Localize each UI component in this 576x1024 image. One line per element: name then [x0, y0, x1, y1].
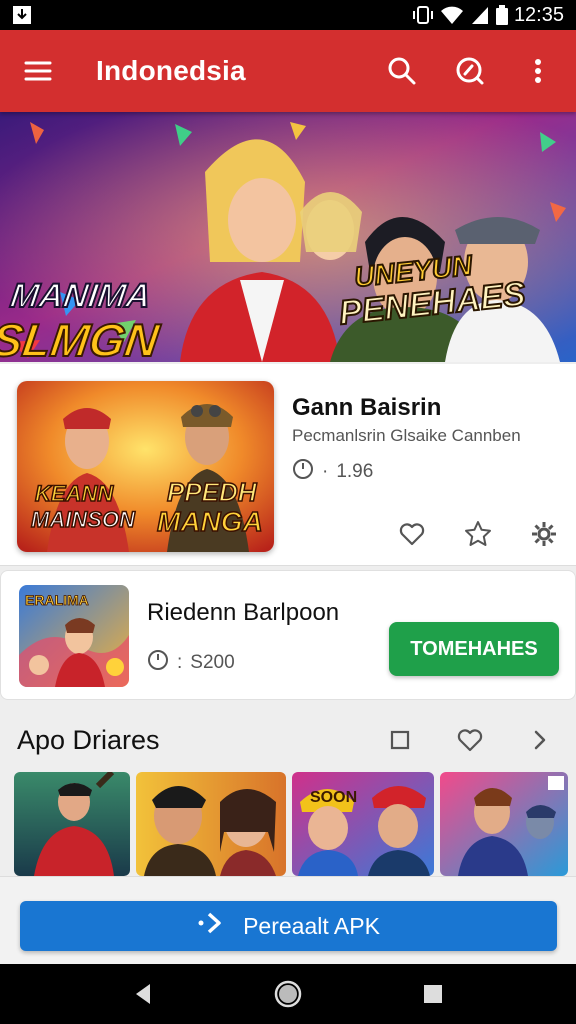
game-tile[interactable] — [14, 772, 130, 876]
back-icon[interactable] — [125, 976, 161, 1012]
featured-game-meta-value: 1.96 — [336, 461, 374, 482]
game-tile[interactable] — [136, 772, 286, 876]
promo-banner[interactable]: MANIMA SLMGN UNEYUN PENEHAES — [0, 112, 576, 362]
thumb-text-2: MAINSON — [31, 507, 136, 532]
meta-separator: · — [322, 461, 329, 482]
featured-game-thumbnail[interactable]: KEANN MAINSON PPEDH MANGA — [17, 381, 274, 552]
favorite-heart-icon[interactable] — [452, 722, 488, 758]
download-notification-icon — [12, 5, 32, 25]
more-options-icon[interactable] — [520, 53, 556, 89]
phone-screen: 12:35 Indonedsia MANIMA SLMGN UNEYUN PEN… — [0, 0, 576, 1024]
thumb-text: ERALIMA — [25, 592, 89, 608]
rate-star-icon[interactable] — [460, 516, 496, 552]
clock-icon — [147, 649, 169, 677]
discover-icon[interactable] — [452, 53, 488, 89]
game-price: : S200 — [147, 649, 235, 677]
recents-icon[interactable] — [415, 976, 451, 1012]
play-arrow-icon — [197, 911, 225, 941]
app-title: Indonedsia — [96, 55, 246, 86]
signal-icon — [470, 5, 490, 25]
featured-game-meta: · 1.96 — [292, 458, 373, 486]
section-header: Apo Driares — [0, 712, 576, 768]
menu-icon[interactable] — [20, 53, 56, 89]
home-icon[interactable] — [270, 976, 306, 1012]
install-apk-button[interactable]: Pereaalt APK — [20, 901, 557, 951]
app-bar: Indonedsia — [0, 30, 576, 112]
game-thumbnail[interactable]: ERALIMA — [19, 585, 129, 687]
vibrate-icon — [412, 5, 434, 25]
banner-artwork: MANIMA SLMGN UNEYUN PENEHAES — [0, 112, 576, 362]
featured-game-card[interactable]: KEANN MAINSON PPEDH MANGA Gann Baisrin P… — [0, 364, 576, 566]
square-icon[interactable] — [382, 722, 418, 758]
price-separator: : — [177, 652, 183, 673]
game-tile[interactable] — [440, 772, 568, 876]
game-list-card[interactable]: ERALIMA Riedenn Barlpoon : S200 TOMEHAHE… — [0, 570, 576, 700]
featured-game-title[interactable]: Gann Baisrin — [292, 394, 441, 422]
thumb-text-4: MANGA — [157, 506, 263, 537]
get-button[interactable]: TOMEHAHES — [389, 622, 559, 676]
search-icon[interactable] — [384, 53, 420, 89]
thumb-text-1: KEANN — [35, 481, 114, 506]
settings-gear-icon[interactable] — [526, 516, 562, 552]
chevron-right-icon[interactable] — [522, 722, 558, 758]
clock-icon — [292, 458, 314, 486]
battery-icon — [495, 5, 508, 25]
banner-left-line1: MANIMA — [8, 277, 153, 315]
install-bar: Pereaalt APK — [0, 876, 576, 964]
game-price-value: S200 — [190, 652, 235, 673]
install-apk-label: Pereaalt APK — [243, 912, 380, 939]
featured-game-subtitle: Pecmanlsrin Glsaike Cannben — [292, 426, 521, 445]
game-tile[interactable]: SOON — [292, 772, 434, 876]
favorite-heart-icon[interactable] — [394, 516, 430, 552]
thumb-text-3: PPEDH — [167, 477, 258, 507]
game-name[interactable]: Riedenn Barlpoon — [147, 599, 339, 627]
system-nav-bar — [0, 964, 576, 1024]
section-title: Apo Driares — [17, 724, 160, 755]
section-actions — [382, 722, 558, 758]
status-bar: 12:35 — [0, 0, 576, 30]
wifi-icon — [440, 5, 464, 25]
featured-actions — [394, 516, 562, 552]
game-thumbnail-row: SOON — [14, 772, 576, 876]
banner-left-line2: SLMGN — [0, 314, 164, 362]
tile-text: SOON — [310, 789, 357, 806]
status-time: 12:35 — [513, 3, 564, 26]
